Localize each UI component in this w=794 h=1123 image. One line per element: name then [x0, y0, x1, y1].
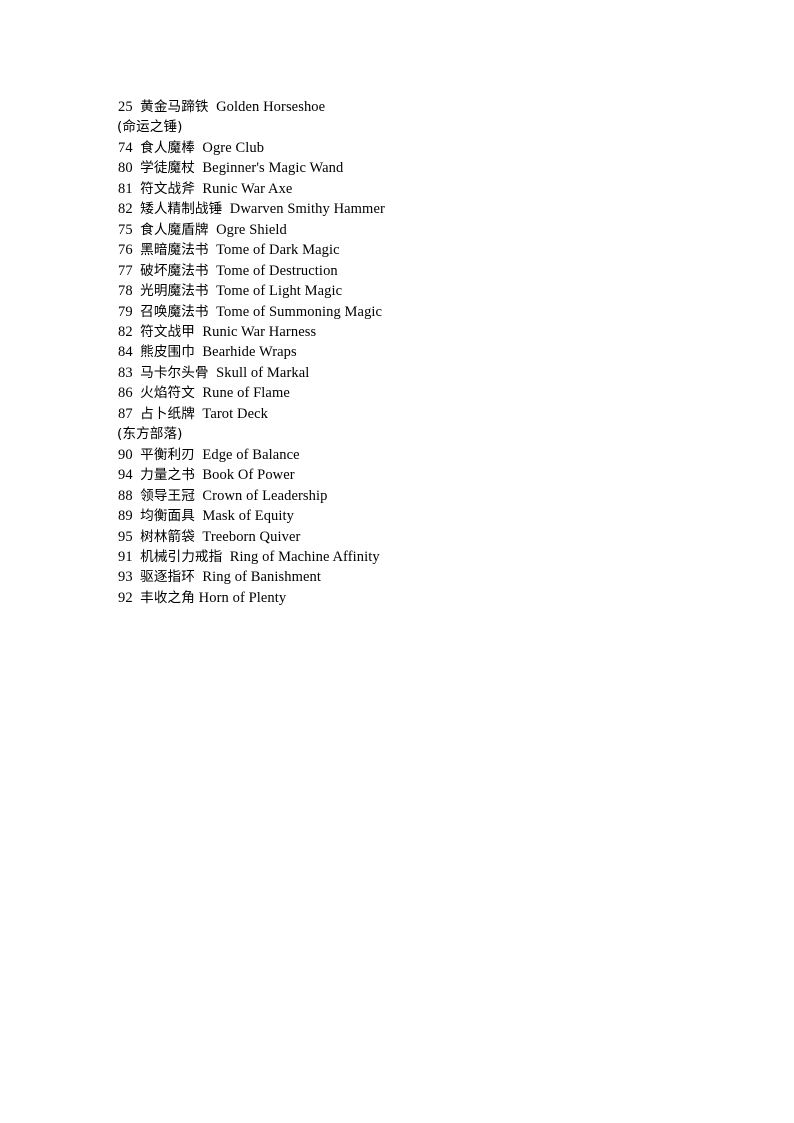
item-name-english: Tome of Summoning Magic: [216, 303, 383, 320]
item-name-chinese: 矮人精制战锤: [140, 201, 223, 218]
item-name-chinese: 符文战斧: [140, 180, 195, 197]
item-row: 87 占卜纸牌 Tarot Deck: [118, 404, 718, 424]
item-name-english: Rune of Flame: [202, 385, 290, 402]
item-id: 83: [118, 364, 133, 381]
item-name-english: Skull of Markal: [216, 364, 310, 381]
item-name-english: Crown of Leadership: [202, 487, 328, 504]
item-id: 87: [118, 405, 133, 422]
item-name-english: Tome of Destruction: [216, 262, 338, 279]
item-row: 78 光明魔法书 Tome of Light Magic: [118, 281, 718, 301]
item-name-english: Dwarven Smithy Hammer: [229, 201, 385, 218]
item-row: 94 力量之书 Book Of Power: [118, 465, 718, 485]
item-id: 94: [118, 467, 133, 484]
item-name-chinese: 占卜纸牌: [140, 405, 195, 422]
item-name-chinese: 火焰符文: [140, 385, 195, 402]
item-name-chinese: 食人魔盾牌: [140, 221, 209, 238]
item-name-english: Book Of Power: [202, 467, 295, 484]
item-id: 92: [118, 589, 133, 606]
item-id: 91: [118, 548, 133, 565]
item-name-chinese: 破坏魔法书: [140, 262, 209, 279]
item-row: 75 食人魔盾牌 Ogre Shield: [118, 220, 718, 240]
item-name-english: Tome of Dark Magic: [216, 242, 340, 259]
item-row: 79 召唤魔法书 Tome of Summoning Magic: [118, 302, 718, 322]
item-row: 77 破坏魔法书 Tome of Destruction: [118, 261, 718, 281]
item-name-chinese: 符文战甲: [140, 323, 195, 340]
item-name-english: Edge of Balance: [202, 446, 300, 463]
item-name-english: Tome of Light Magic: [216, 283, 343, 300]
item-name-chinese: 熊皮围巾: [140, 344, 195, 361]
item-row: 93 驱逐指环 Ring of Banishment: [118, 567, 718, 587]
item-row: 81 符文战斧 Runic War Axe: [118, 179, 718, 199]
item-name-chinese: 学徒魔杖: [140, 160, 195, 177]
item-id: 78: [118, 283, 133, 300]
item-id: 76: [118, 242, 133, 259]
item-row: 86 火焰符文 Rune of Flame: [118, 383, 718, 403]
item-id: 81: [118, 180, 133, 197]
item-name-english: Runic War Harness: [202, 323, 317, 340]
item-row: 92 丰收之角 Horn of Plenty: [118, 588, 718, 608]
item-name-english: Runic War Axe: [202, 180, 293, 197]
item-row: 91 机械引力戒指 Ring of Machine Affinity: [118, 547, 718, 567]
item-row: 25 黄金马蹄铁 Golden Horseshoe: [118, 97, 718, 117]
item-name-english: Tarot Deck: [202, 405, 268, 422]
item-name-chinese: 力量之书: [140, 467, 195, 484]
item-id: 82: [118, 323, 133, 340]
section-heading: (东方部落): [117, 426, 183, 443]
item-id: 75: [118, 221, 133, 238]
item-name-chinese: 黑暗魔法书: [140, 242, 209, 259]
item-name-english: Treeborn Quiver: [202, 528, 301, 545]
item-row: 80 学徒魔杖 Beginner's Magic Wand: [118, 158, 718, 178]
item-row: 95 树林箭袋 Treeborn Quiver: [118, 527, 718, 547]
item-id: 80: [118, 160, 133, 177]
item-name-chinese: 召唤魔法书: [140, 303, 209, 320]
item-name-english: Ring of Banishment: [202, 569, 321, 586]
item-name-english: Ogre Club: [202, 139, 265, 156]
item-name-chinese: 平衡利刃: [140, 446, 195, 463]
item-name-chinese: 机械引力戒指: [140, 548, 223, 565]
item-row: 88 领导王冠 Crown of Leadership: [118, 486, 718, 506]
item-name-chinese: 马卡尔头骨: [140, 364, 209, 381]
item-name-chinese: 领导王冠: [140, 487, 195, 504]
item-row: 74 食人魔棒 Ogre Club: [118, 138, 718, 158]
item-id: 86: [118, 385, 133, 402]
item-row: 76 黑暗魔法书 Tome of Dark Magic: [118, 240, 718, 260]
item-row: 83 马卡尔头骨 Skull of Markal: [118, 363, 718, 383]
item-name-chinese: 光明魔法书: [140, 283, 209, 300]
item-id: 82: [118, 201, 133, 218]
item-name-english: Mask of Equity: [202, 508, 295, 525]
item-row: 89 均衡面具 Mask of Equity: [118, 506, 718, 526]
item-row: 90 平衡利刃 Edge of Balance: [118, 445, 718, 465]
item-id: 93: [118, 569, 133, 586]
item-row: 84 熊皮围巾 Bearhide Wraps: [118, 342, 718, 362]
document-text-block: 25 黄金马蹄铁 Golden Horseshoe (命运之锤) 74 食人魔棒 O…: [117, 97, 718, 608]
item-name-english: Beginner's Magic Wand: [202, 160, 344, 177]
item-name-english: Ring of Machine Affinity: [229, 548, 380, 565]
item-name-english: Bearhide Wraps: [202, 344, 297, 361]
item-id: 77: [118, 262, 133, 279]
item-id: 88: [118, 487, 133, 504]
item-id: 90: [118, 446, 133, 463]
item-id: 89: [118, 508, 133, 525]
item-id: 84: [118, 344, 133, 361]
item-name-english: Ogre Shield: [216, 221, 287, 238]
item-row: 82 矮人精制战锤 Dwarven Smithy Hammer: [118, 199, 718, 219]
item-name-chinese: 丰收之角: [140, 589, 195, 606]
item-name-chinese: 黄金马蹄铁: [140, 99, 209, 115]
item-name-chinese: 树林箭袋: [140, 528, 195, 545]
item-name-chinese: 驱逐指环: [140, 569, 195, 586]
item-id: 95: [118, 528, 133, 545]
item-name-chinese: 食人魔棒: [140, 139, 195, 156]
section-heading: (命运之锤): [117, 119, 183, 136]
item-id: 74: [118, 139, 133, 156]
item-name-chinese: 均衡面具: [140, 508, 195, 525]
item-id: 25: [118, 99, 133, 115]
item-id: 79: [118, 303, 133, 320]
item-row: 82 符文战甲 Runic War Harness: [118, 322, 718, 342]
item-name-english: Golden Horseshoe: [216, 99, 326, 115]
item-name-english: Horn of Plenty: [198, 589, 287, 606]
